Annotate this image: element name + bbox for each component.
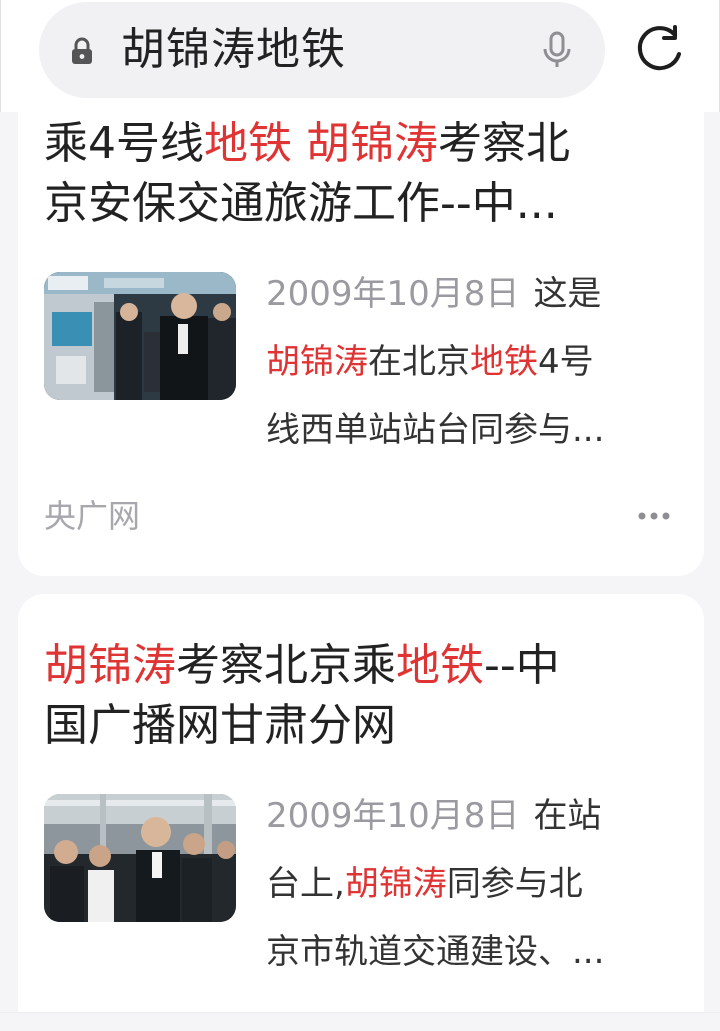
result-card-1[interactable]: 乘4号线地铁 胡锦涛考察北 京安保交通旅游工作--中... 2009年10月8日… [18,60,704,576]
title-line: 胡锦涛考察北京乘地铁--中 [44,636,680,696]
snippet-line-3: 京市轨道交通建设、... [266,918,674,986]
text-segment: 考察北 [438,118,570,169]
search-bar: 胡锦涛地铁 [0,0,720,112]
highlighted-keyword: 胡锦涛 [266,342,368,382]
text-segment: 国广播网甘肃分网 [44,700,396,751]
snippet-line-2: 台上,胡锦涛同参与北 [266,850,674,918]
text-segment: 台上, [266,864,345,904]
highlighted-keyword: 地铁 [204,118,292,169]
highlighted-keyword: 胡锦涛 [306,118,438,169]
text-segment: 京市轨道交通建设、... [266,932,605,972]
search-results-page: 乘4号线地铁 胡锦涛考察北 京安保交通旅游工作--中... 2009年10月8日… [0,0,720,1031]
text-segment: 这是 [533,274,602,314]
result-snippet: 2009年10月8日 在站 台上,胡锦涛同参与北 京市轨道交通建设、... [266,782,674,986]
text-segment: 4号 [538,342,594,382]
refresh-icon[interactable] [631,22,687,78]
result-title[interactable]: 乘4号线地铁 胡锦涛考察北 京安保交通旅游工作--中... [44,114,680,238]
title-line: 京安保交通旅游工作--中... [44,174,680,234]
highlighted-keyword: 地铁 [470,342,538,382]
snippet-line-1: 2009年10月8日 这是 [266,260,674,328]
search-box[interactable]: 胡锦涛地铁 [39,2,605,98]
snippet-line-3: 线西单站站台同参与... [266,396,674,464]
text-segment: 考察北京乘 [176,640,396,691]
subway-station-photo-image [44,272,236,400]
text-segment: 同参与北 [446,864,583,904]
more-options-icon[interactable] [636,504,672,528]
text-segment: 乘4号线 [44,118,204,169]
text-segment: 京安保交通旅游工作--中... [44,178,558,229]
text-segment: 线西单站站台同参与... [266,410,605,450]
text-segment: 在站 [533,796,602,836]
subway-car-photo-image [44,794,236,922]
lock-icon [72,37,92,64]
highlighted-keyword: 胡锦涛 [44,640,176,691]
highlighted-keyword: 胡锦涛 [344,864,447,904]
result-title[interactable]: 胡锦涛考察北京乘地铁--中 国广播网甘肃分网 [44,636,680,760]
result-thumbnail-subway-car[interactable] [44,794,236,922]
mic-icon[interactable] [541,30,573,70]
bottom-edge [0,1012,720,1031]
result-date: 2009年10月8日 [266,274,520,314]
result-thumbnail-subway-station[interactable] [44,272,236,400]
result-snippet: 2009年10月8日 这是 胡锦涛在北京地铁4号 线西单站站台同参与... [266,260,674,464]
title-line: 乘4号线地铁 胡锦涛考察北 [44,114,680,174]
snippet-first-line: 在站 [533,796,601,836]
highlighted-keyword: 地铁 [396,640,484,691]
text-segment: --中 [484,640,560,691]
text-segment: 在北京 [368,342,470,382]
snippet-line-2: 胡锦涛在北京地铁4号 [266,328,674,396]
result-date: 2009年10月8日 [266,796,520,836]
title-line: 国广播网甘肃分网 [44,696,680,756]
snippet-line-1: 2009年10月8日 在站 [266,782,674,850]
text-segment [292,118,306,169]
snippet-first-line: 这是 [533,274,601,314]
result-source[interactable]: 央广网 [44,492,140,540]
result-card-2[interactable]: 胡锦涛考察北京乘地铁--中 国广播网甘肃分网 2009年10月8日 在站 台上,… [18,594,704,1031]
search-input[interactable]: 胡锦涛地铁 [121,24,346,76]
